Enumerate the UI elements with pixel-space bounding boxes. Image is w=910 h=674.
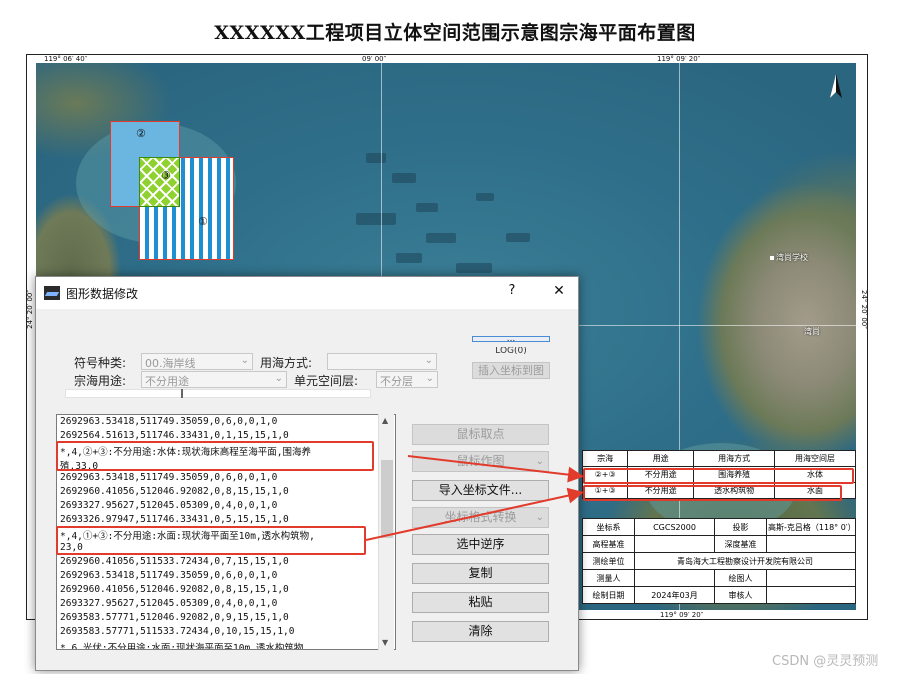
info-cell: 测绘单位 bbox=[582, 552, 635, 570]
tick-bottom: 119° 09′ 20″ bbox=[660, 611, 704, 619]
legend-highlight-2 bbox=[583, 485, 842, 501]
reverse-button[interactable]: 选中逆序 bbox=[412, 534, 549, 555]
info-cell: 投影 bbox=[714, 518, 767, 536]
text-line: 2692963.53418,511749.35059,0,6,0,0,1,0 bbox=[60, 472, 278, 483]
zone-3[interactable] bbox=[139, 157, 180, 207]
symbol-label: 符号种类: bbox=[74, 356, 127, 370]
coord-format-select[interactable]: 坐标格式转换 ⌄ bbox=[412, 507, 549, 528]
text-line: 2692963.53418,511749.35059,0,6,0,0,1,0 bbox=[60, 570, 278, 581]
info-cell: 测量人 bbox=[582, 569, 635, 587]
text-line: 2693326.97947,511746.33431,0,5,15,15,1,0 bbox=[60, 514, 289, 525]
top-button-2[interactable]: LOG(0) bbox=[472, 347, 550, 356]
zone-3-label: ③ bbox=[161, 169, 171, 182]
text-line: *,6,光伏:不分用途:水面:现状海平面至10m,透水构筑物, bbox=[60, 643, 310, 650]
info-cell: 绘图人 bbox=[714, 569, 767, 587]
import-coords-button[interactable]: 导入坐标文件... bbox=[412, 480, 549, 501]
text-line: 2692963.53418,511749.35059,0,6,0,0,1,0 bbox=[60, 416, 278, 427]
info-cell: 绘制日期 bbox=[582, 586, 635, 604]
info-cell: 高程基准 bbox=[582, 535, 635, 553]
app-icon bbox=[44, 286, 60, 300]
info-cell: CGCS2000 bbox=[634, 518, 715, 536]
scrollbar-thumb[interactable] bbox=[181, 389, 183, 398]
clear-button[interactable]: 清除 bbox=[412, 621, 549, 642]
scroll-up-icon[interactable]: ▲ bbox=[382, 416, 388, 425]
zone-2-label: ② bbox=[136, 127, 146, 140]
layer-label: 单元空间层: bbox=[294, 374, 359, 388]
chevron-down-icon: ⌄ bbox=[424, 355, 433, 366]
info-cell: 深度基准 bbox=[714, 535, 767, 553]
mouse-draw-select[interactable]: 鼠标作图 ⌄ bbox=[412, 451, 549, 472]
text-line: 2692960.41056,512046.92082,0,8,15,15,1,0 bbox=[60, 584, 289, 595]
close-button[interactable]: ✕ bbox=[544, 283, 574, 299]
legend-header: 用途 bbox=[627, 450, 695, 467]
info-cell bbox=[766, 535, 856, 553]
chevron-down-icon: ⌄ bbox=[240, 355, 249, 366]
info-cell: 青岛海大工程勘察设计开发院有限公司 bbox=[634, 552, 856, 570]
dialog-title: 图形数据修改 bbox=[66, 287, 139, 301]
legend-header-row: 宗海 用途 用海方式 用海空间层 bbox=[581, 450, 856, 467]
use-select[interactable]: 不分用途 ⌄ bbox=[141, 371, 287, 388]
screenshot: XXXXXX工程项目立体空间范围示意图宗海平面布置图 119° 06′ 40″ … bbox=[0, 0, 910, 674]
paste-button[interactable]: 粘贴 bbox=[412, 592, 549, 613]
text-line: 2692960.41056,511533.72434,0,7,15,15,1,0 bbox=[60, 556, 289, 567]
chevron-down-icon: ⌄ bbox=[535, 456, 544, 467]
info-cell: 高斯-克吕格（118° 0′） bbox=[766, 518, 856, 536]
help-button[interactable]: ? bbox=[504, 283, 520, 298]
chevron-down-icon: ⌄ bbox=[535, 512, 544, 523]
info-cell: 2024年03月 bbox=[634, 586, 715, 604]
tick-top-2: 09′ 00″ bbox=[362, 55, 387, 63]
tick-right: 24° 20′ 00″ bbox=[860, 290, 868, 329]
north-arrow-icon bbox=[830, 74, 842, 98]
text-line: 2693327.95627,512045.05309,0,4,0,0,1,0 bbox=[60, 598, 278, 609]
text-line: 2693327.95627,512045.05309,0,4,0,0,1,0 bbox=[60, 500, 278, 511]
zone-1-label: ① bbox=[198, 215, 208, 228]
school-label: 湾尚学校 bbox=[770, 252, 808, 263]
text-line: 2693583.57771,512046.92082,0,9,15,15,1,0 bbox=[60, 612, 289, 623]
sea-method-select[interactable]: ⌄ bbox=[327, 353, 437, 370]
info-cell bbox=[766, 586, 856, 604]
top-button-1[interactable]: ... bbox=[472, 336, 550, 342]
info-cell bbox=[634, 535, 715, 553]
copy-button[interactable]: 复制 bbox=[412, 563, 549, 584]
chevron-down-icon: ⌄ bbox=[274, 373, 283, 384]
tick-top-1: 119° 06′ 40″ bbox=[44, 55, 88, 63]
symbol-select[interactable]: 00.海岸线 ⌄ bbox=[141, 353, 253, 370]
text-line: 2693583.57771,511533.72434,0,10,15,15,1,… bbox=[60, 626, 295, 637]
use-label: 宗海用途: bbox=[74, 374, 127, 388]
insert-coords-button[interactable]: 插入坐标到图 bbox=[472, 362, 550, 379]
edit-dialog: 图形数据修改 ? ✕ ... LOG(0) 符号种类: 00.海岸线 ⌄ 用海方式… bbox=[35, 276, 579, 671]
chevron-down-icon: ⌄ bbox=[425, 373, 434, 384]
scroll-down-icon[interactable]: ▼ bbox=[382, 638, 388, 647]
info-table: 坐标系 CGCS2000 投影 高斯-克吕格（118° 0′） 高程基准 深度基… bbox=[582, 518, 856, 604]
dialog-titlebar[interactable]: 图形数据修改 ? ✕ bbox=[36, 277, 578, 309]
info-cell bbox=[634, 569, 715, 587]
legend-highlight-1 bbox=[583, 468, 854, 484]
info-cell: 审核人 bbox=[714, 586, 767, 604]
horizontal-scrollbar[interactable] bbox=[65, 389, 371, 398]
highlight-box-2 bbox=[56, 526, 366, 555]
sea-method-label: 用海方式: bbox=[260, 356, 313, 370]
legend-header: 用海空间层 bbox=[774, 450, 856, 467]
info-cell bbox=[766, 569, 856, 587]
legend-header: 宗海 bbox=[581, 450, 629, 467]
scrollbar-thumb[interactable] bbox=[381, 460, 393, 538]
village-label: 湾尚 bbox=[804, 327, 820, 336]
tick-top-3: 119° 09′ 20″ bbox=[657, 55, 701, 63]
page-title: XXXXXX工程项目立体空间范围示意图宗海平面布置图 bbox=[214, 22, 696, 44]
watermark: CSDN @灵灵预测 bbox=[772, 654, 879, 669]
layer-select[interactable]: 不分层 ⌄ bbox=[376, 371, 438, 388]
text-line: 2692960.41056,512046.92082,0,8,15,15,1,0 bbox=[60, 486, 289, 497]
tick-left: 24° 20′ 00″ bbox=[26, 290, 34, 329]
highlight-box-1 bbox=[56, 441, 374, 471]
legend-header: 用海方式 bbox=[693, 450, 776, 467]
vertical-scrollbar[interactable]: ▲ ▼ bbox=[378, 414, 394, 650]
info-cell: 坐标系 bbox=[582, 518, 635, 536]
mouse-pick-button[interactable]: 鼠标取点 bbox=[412, 424, 549, 445]
text-line: 2692564.51613,511746.33431,0,1,15,15,1,0 bbox=[60, 430, 289, 441]
